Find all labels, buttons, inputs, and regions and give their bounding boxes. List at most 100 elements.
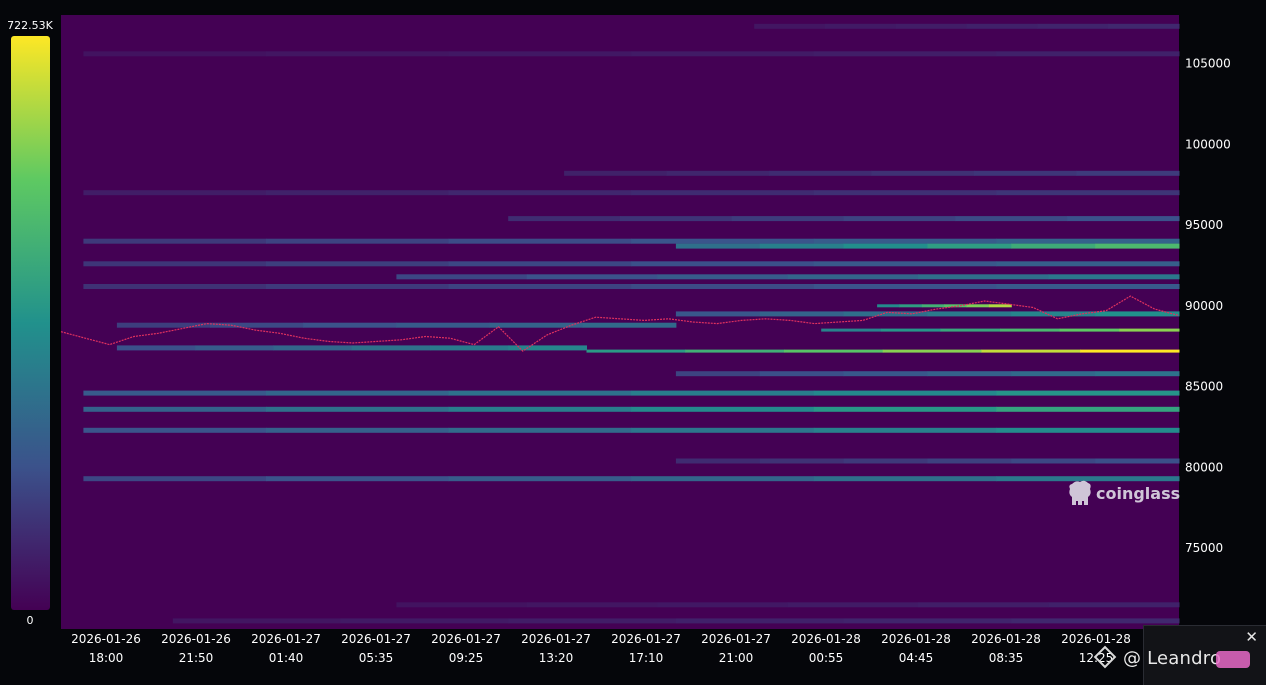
liquidation-band	[564, 170, 668, 176]
liquidation-band	[966, 23, 1038, 29]
liquidation-band	[966, 304, 990, 308]
y-tick-label: 85000	[1185, 380, 1223, 394]
x-tick-date: 2026-01-27	[341, 632, 411, 646]
y-tick-label: 95000	[1185, 218, 1223, 232]
x-tick-time: 01:40	[269, 651, 304, 665]
liquidation-band	[83, 190, 267, 196]
liquidation-band	[759, 243, 845, 249]
x-tick-time: 00:55	[809, 651, 844, 665]
liquidation-band	[116, 345, 196, 351]
liquidation-band	[448, 190, 632, 196]
x-tick-date: 2026-01-26	[161, 632, 231, 646]
liquidation-band	[759, 458, 845, 464]
liquidation-band	[813, 51, 997, 57]
liquidation-band	[675, 618, 845, 624]
x-tick-date: 2026-01-27	[251, 632, 321, 646]
notification-toast[interactable]: ✕ @ Leandro	[1093, 625, 1266, 685]
liquidation-band	[675, 311, 761, 317]
coinglass-watermark: coinglass	[1069, 480, 1180, 505]
x-tick-time: 13:20	[539, 651, 574, 665]
liquidation-band	[675, 458, 761, 464]
liquidation-band	[1067, 216, 1180, 222]
liquidation-band	[631, 406, 815, 412]
liquidation-band	[351, 345, 431, 351]
liquidation-band	[266, 406, 450, 412]
liquidation-band	[675, 243, 761, 249]
liquidation-band	[83, 284, 267, 289]
liquidation-band	[1011, 243, 1096, 249]
liquidation-band	[448, 476, 632, 482]
liquidation-band	[1048, 274, 1180, 280]
liquidation-band	[685, 349, 785, 353]
liquidation-band	[877, 304, 900, 308]
liquidation-band	[1108, 23, 1180, 29]
x-tick-time: 04:45	[899, 651, 934, 665]
liquidation-band	[843, 243, 928, 249]
y-tick-label: 100000	[1185, 137, 1231, 151]
liquidation-band	[631, 427, 815, 433]
liquidation-band	[974, 170, 1077, 176]
liquidation-band	[429, 345, 509, 351]
coinglass-wordmark: coinglass	[1096, 484, 1180, 503]
liquidation-band	[843, 311, 928, 317]
liquidation-band	[988, 304, 1012, 308]
x-tick-date: 2026-01-27	[701, 632, 771, 646]
liquidation-band	[996, 261, 1180, 267]
liquidation-band	[927, 458, 1012, 464]
y-tick-label: 90000	[1185, 299, 1223, 313]
liquidation-band	[273, 345, 353, 351]
liquidation-band	[871, 170, 975, 176]
liquidation-band	[918, 602, 1049, 608]
liquidation-band	[448, 406, 632, 412]
liquidation-band	[754, 23, 826, 29]
liquidation-band	[895, 23, 968, 29]
liquidation-band	[769, 170, 873, 176]
liquidation-band	[981, 349, 1081, 353]
coinglass-logo-icon	[1069, 480, 1091, 505]
x-axis: 2026-01-26 18:00 2026-01-26 21:50 2026-01-27…	[71, 632, 1131, 665]
x-tick-date: 2026-01-28	[791, 632, 861, 646]
liquidation-band	[813, 427, 997, 433]
x-tick-date: 2026-01-27	[521, 632, 591, 646]
liquidation-band	[996, 51, 1180, 57]
liquidation-band	[172, 618, 341, 624]
x-tick-date: 2026-01-27	[611, 632, 681, 646]
liquidation-band	[83, 390, 267, 396]
y-axis: 105000 100000 95000 90000 85000 80000 75000	[1185, 57, 1231, 556]
y-tick-label: 75000	[1185, 541, 1223, 555]
liquidation-band	[759, 311, 845, 317]
x-tick-time: 09:25	[449, 651, 484, 665]
plot-area	[61, 15, 1179, 629]
x-tick-date: 2026-01-27	[431, 632, 501, 646]
liquidation-band	[631, 51, 815, 57]
x-tick-date: 2026-01-28	[971, 632, 1041, 646]
liquidation-band	[843, 458, 928, 464]
liquidation-band	[396, 602, 528, 608]
close-icon[interactable]: ✕	[1245, 630, 1258, 645]
liquidation-band	[813, 238, 997, 244]
liquidation-band	[448, 51, 632, 57]
liquidation-band	[657, 274, 789, 280]
liquidation-band	[266, 238, 450, 244]
liquidation-band	[508, 216, 621, 222]
liquidation-band	[631, 476, 815, 482]
liquidation-band	[83, 51, 267, 57]
liquidation-band	[731, 216, 845, 222]
liquidation-band	[996, 284, 1180, 289]
liquidation-band	[266, 51, 450, 57]
liquidation-band	[396, 322, 491, 328]
x-tick-time: 08:35	[989, 651, 1024, 665]
liquidation-band	[921, 304, 945, 308]
x-tick-time: 18:00	[89, 651, 124, 665]
liquidation-band	[266, 190, 450, 196]
liquidation-band	[526, 274, 658, 280]
diamond-logo-icon	[1093, 645, 1117, 669]
liquidation-band	[83, 476, 267, 482]
liquidation-band	[784, 349, 884, 353]
liquidation-band	[508, 618, 677, 624]
liquidation-band	[813, 406, 997, 412]
liquidation-band	[83, 406, 267, 412]
liquidation-band	[448, 390, 632, 396]
liquidation-band	[843, 618, 1012, 624]
liquidation-band	[996, 190, 1180, 196]
